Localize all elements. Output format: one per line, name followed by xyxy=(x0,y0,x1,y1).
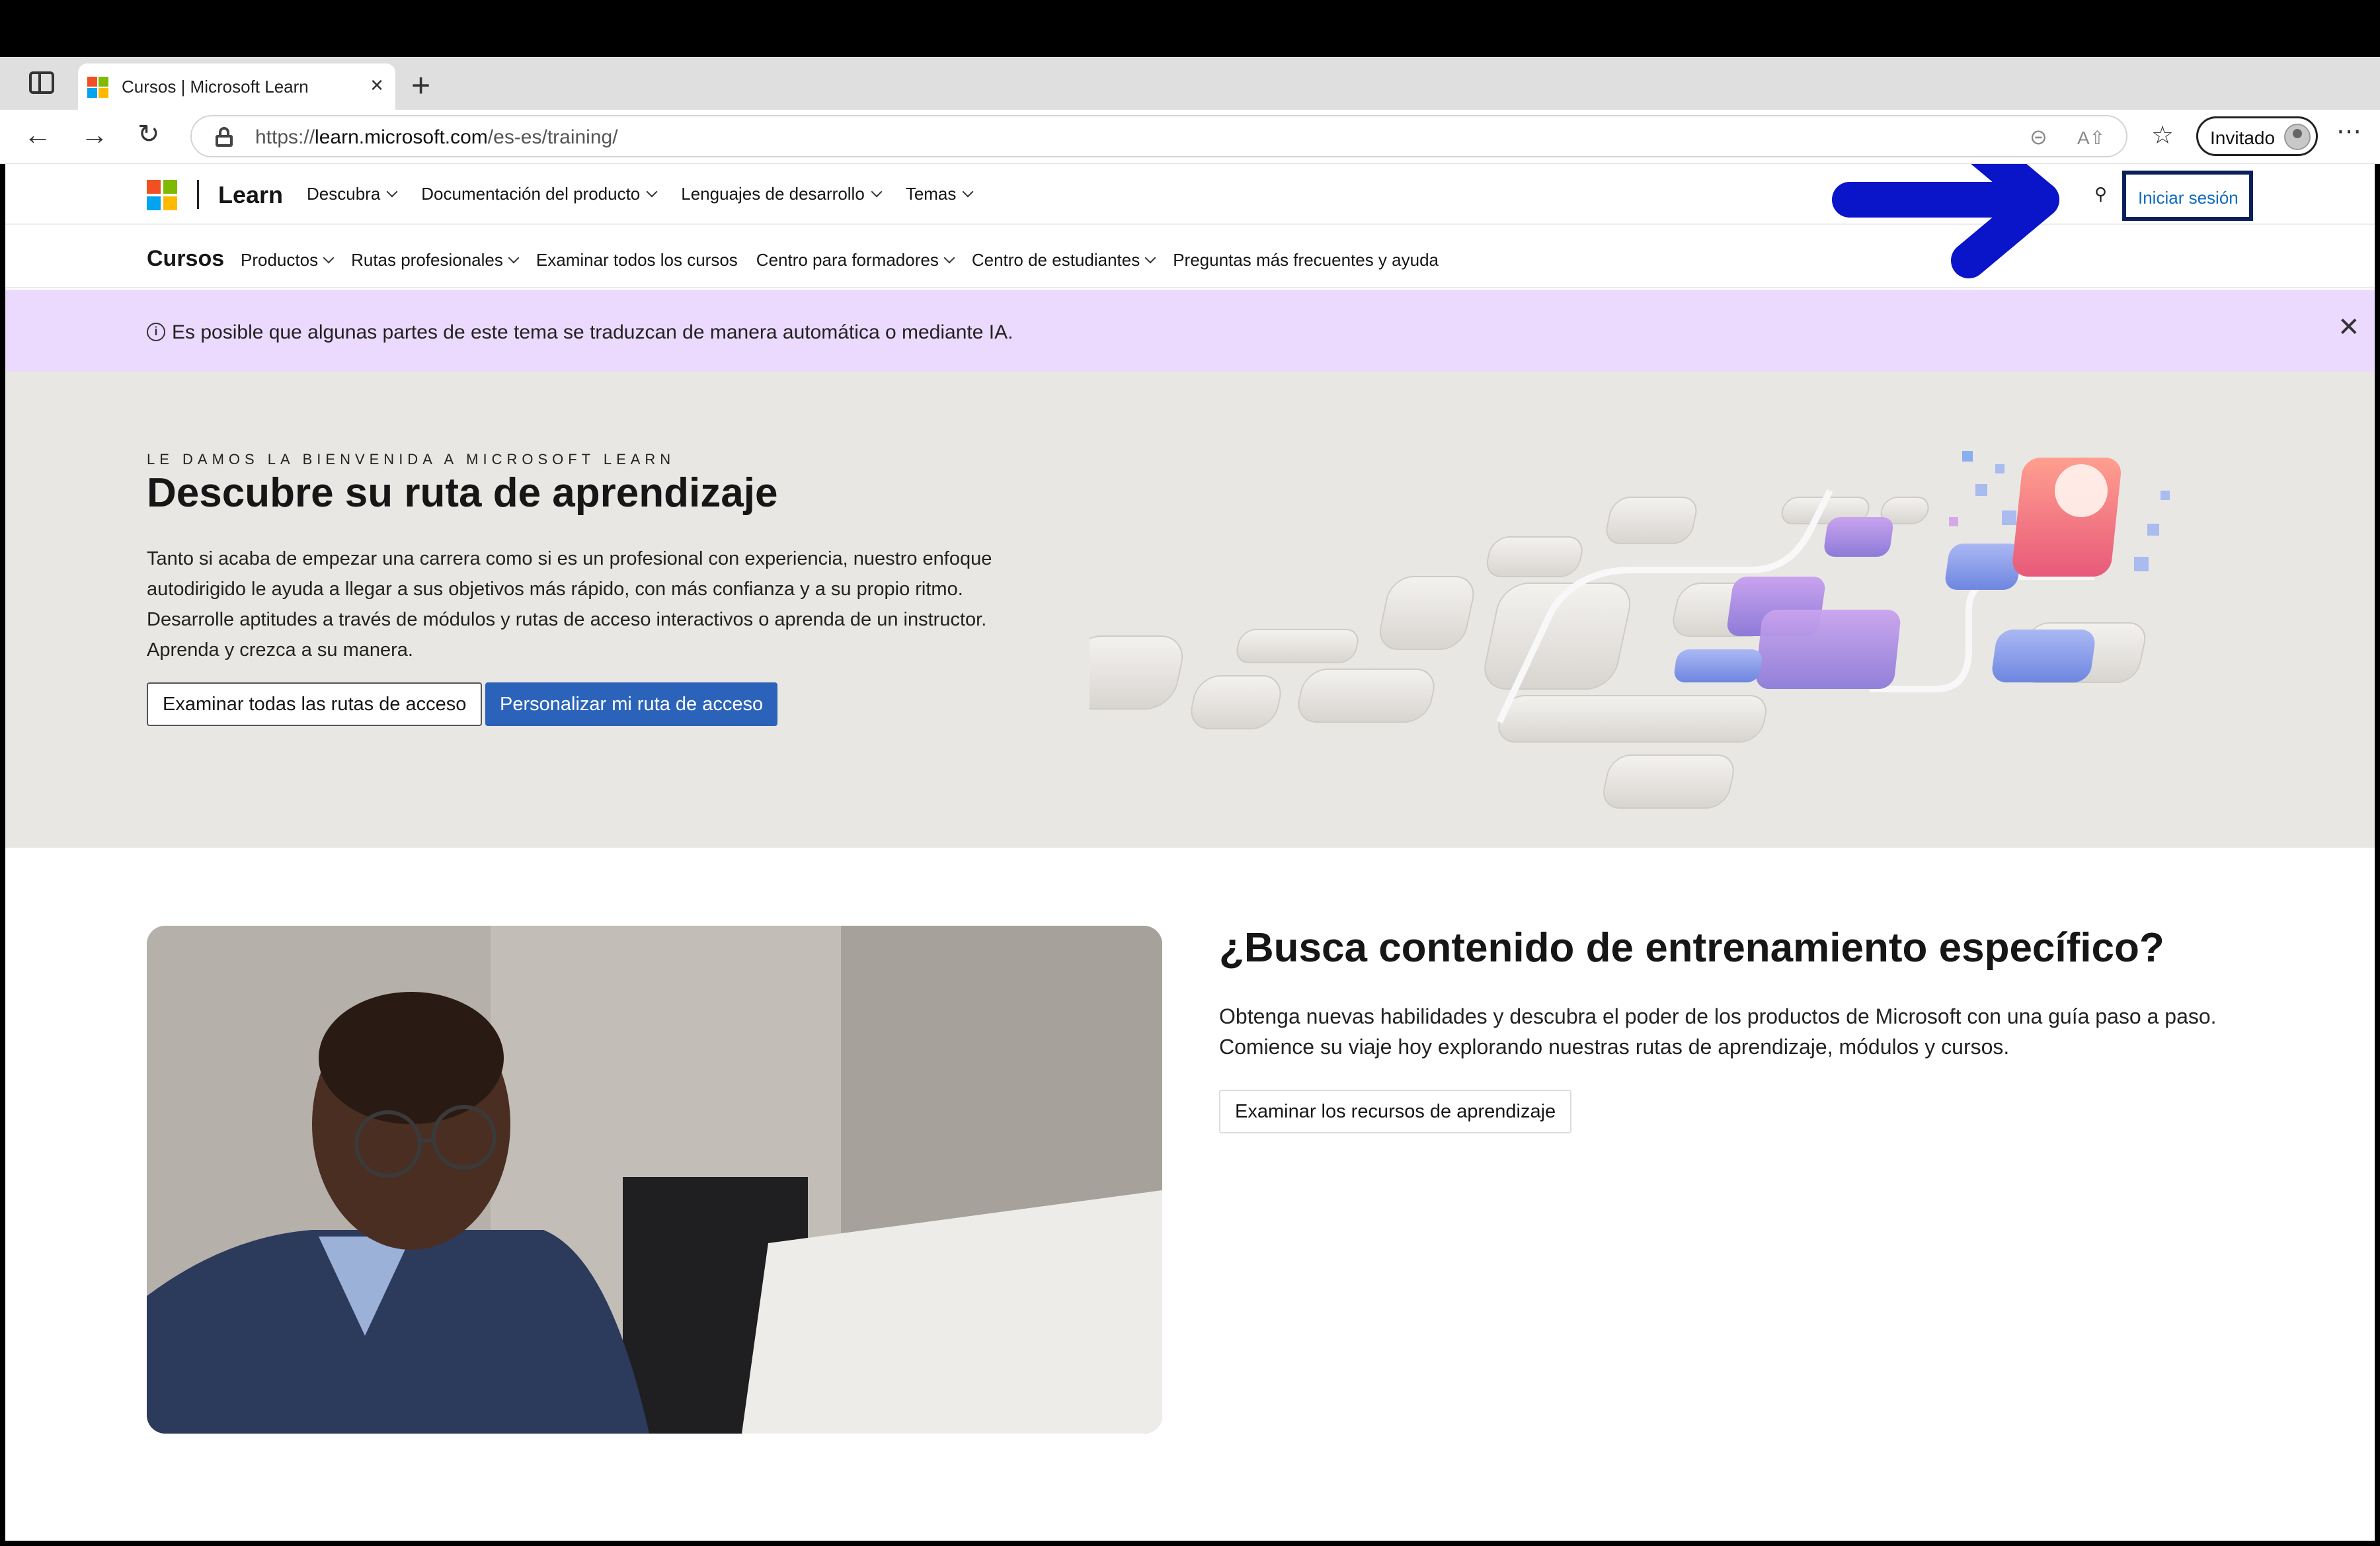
browser-tab-bar: Cursos | Microsoft Learn × + xyxy=(0,57,2380,110)
nav-item-documentacion[interactable]: Documentación del producto xyxy=(421,184,658,204)
signin-label: Iniciar sesión xyxy=(2138,188,2239,208)
hero-description: Tanto si acaba de empezar una carrera co… xyxy=(147,548,992,661)
top-nav: Descubra Documentación del producto Leng… xyxy=(307,184,974,204)
browser-tab-active[interactable]: Cursos | Microsoft Learn × xyxy=(78,63,395,110)
feature-description: Obtenga nuevas habilidades y descubra el… xyxy=(1219,1004,2217,1059)
chevron-down-icon xyxy=(962,186,974,197)
reload-icon[interactable]: ↻ xyxy=(138,119,160,149)
avatar xyxy=(2284,124,2311,150)
browse-paths-button[interactable]: Examinar todas las rutas de acceso xyxy=(147,682,483,726)
personalize-path-button[interactable]: Personalizar mi ruta de acceso xyxy=(485,682,778,726)
subnav-title[interactable]: Cursos xyxy=(147,246,224,272)
forward-icon[interactable]: → xyxy=(81,119,108,151)
tab-title: Cursos | Microsoft Learn xyxy=(122,77,309,97)
sidebar-toggle-icon[interactable] xyxy=(29,71,54,94)
hero-title: Descubre su ruta de aprendizaje xyxy=(147,470,778,516)
nav-item-lenguajes[interactable]: Lenguajes de desarrollo xyxy=(681,184,883,204)
subnav-item-rutas-profesionales[interactable]: Rutas profesionales xyxy=(351,250,520,270)
hero-eyebrow: LE DAMOS LA BIENVENIDA A MICROSOFT LEARN xyxy=(147,451,676,468)
microsoft-logo-icon[interactable] xyxy=(147,180,177,210)
url-text[interactable]: https://learn.microsoft.com/es-es/traini… xyxy=(255,126,618,149)
back-icon[interactable]: ← xyxy=(24,119,52,151)
subnav-items: Productos Rutas profesionales Examinar t… xyxy=(241,250,1439,270)
search-icon[interactable]: ⚲ xyxy=(2094,184,2107,204)
chevron-down-icon xyxy=(508,252,520,263)
subnav-item-centro-estudiantes[interactable]: Centro de estudiantes xyxy=(972,250,1156,270)
chevron-down-icon xyxy=(323,252,335,263)
hero-section: LE DAMOS LA BIENVENIDA A MICROSOFT LEARN… xyxy=(5,372,2375,848)
favorites-icon[interactable]: ☆ xyxy=(2151,120,2174,150)
info-icon: i xyxy=(147,323,165,341)
person-at-computer-photo xyxy=(147,926,1162,1434)
chevron-down-icon xyxy=(1144,252,1156,263)
chevron-down-icon xyxy=(943,252,955,263)
subnav-item-preguntas[interactable]: Preguntas más frecuentes y ayuda xyxy=(1173,250,1439,270)
more-icon[interactable]: ⋯ xyxy=(2336,116,2361,146)
logo-divider xyxy=(197,180,199,209)
learn-home-link[interactable]: Learn xyxy=(218,181,283,209)
lock-icon[interactable] xyxy=(216,127,233,147)
nav-item-temas[interactable]: Temas xyxy=(906,184,974,204)
notice-text: Es posible que algunas partes de este te… xyxy=(172,321,1013,343)
feature-title: ¿Busca contenido de entrenamiento especí… xyxy=(1219,925,2164,971)
translation-notice: i Es posible que algunas partes de este … xyxy=(5,290,2375,372)
close-icon[interactable]: ✕ xyxy=(2338,312,2360,343)
chevron-down-icon xyxy=(871,186,883,197)
photo-illustration xyxy=(147,926,1162,1434)
courses-subnav: Cursos Productos Rutas profesionales Exa… xyxy=(5,225,2375,288)
browse-resources-button[interactable]: Examinar los recursos de aprendizaje xyxy=(1219,1090,1572,1133)
subnav-item-productos[interactable]: Productos xyxy=(241,250,335,270)
address-bar[interactable]: https://learn.microsoft.com/es-es/traini… xyxy=(190,115,2127,157)
profile-label: Invitado xyxy=(2210,128,2276,148)
subnav-item-centro-formadores[interactable]: Centro para formadores xyxy=(756,250,955,270)
zoom-icon[interactable]: ⊝ xyxy=(2030,124,2047,149)
new-tab-button[interactable]: + xyxy=(411,66,430,104)
tab-close-icon[interactable]: × xyxy=(370,73,383,99)
chevron-down-icon xyxy=(386,186,398,197)
signin-button[interactable]: Iniciar sesión xyxy=(2122,171,2253,221)
page-viewport: Learn Descubra Documentación del product… xyxy=(5,164,2375,1541)
subnav-item-examinar-cursos[interactable]: Examinar todos los cursos xyxy=(536,250,738,270)
browser-toolbar: ← → ↻ https://learn.microsoft.com/es-es/… xyxy=(0,110,2380,164)
read-aloud-icon[interactable]: A⇧ xyxy=(2077,127,2105,149)
microsoft-favicon-icon xyxy=(87,77,108,98)
learning-path-illustration xyxy=(1090,451,2170,809)
chevron-down-icon xyxy=(646,186,658,197)
nav-item-descubra[interactable]: Descubra xyxy=(307,184,398,204)
profile-button[interactable]: Invitado xyxy=(2196,116,2318,156)
